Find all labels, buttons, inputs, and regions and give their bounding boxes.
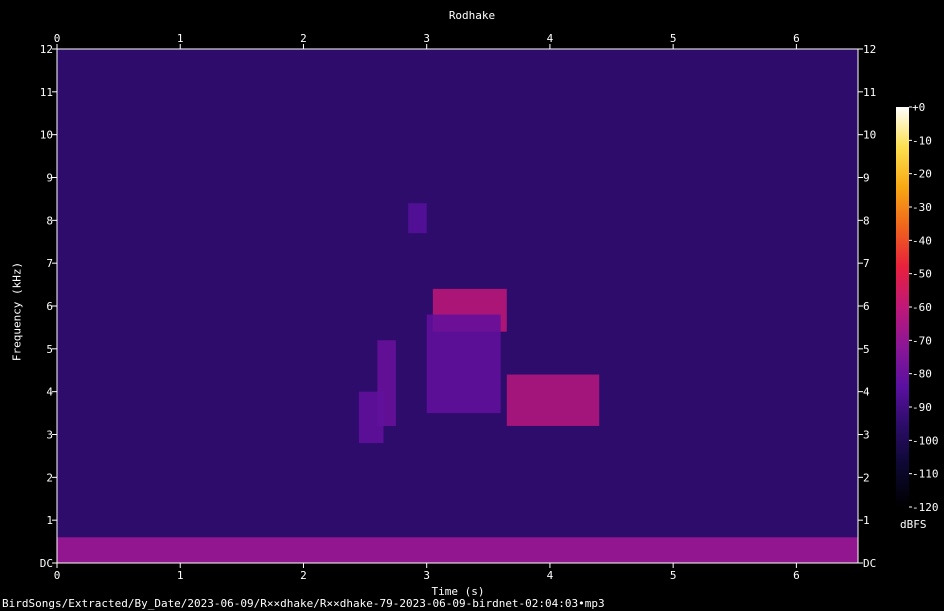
x-tick-label-top: 4: [547, 32, 554, 45]
y-tick-label-right: 3: [863, 429, 870, 442]
y-tick-label: 10: [40, 129, 53, 142]
y-tick-label-right: 11: [863, 86, 876, 99]
y-tick-label: 5: [46, 343, 53, 356]
y-axis-label: Frequency (kHz): [10, 261, 24, 362]
spectrogram-chart: 00112233445566DC DC1 12 23 34 45 56 67 78 89 910 10…: [40, 32, 939, 582]
colorbar-tick-label: +0: [912, 101, 925, 114]
colorbar-tick-label: -10: [912, 134, 932, 147]
x-tick-label-top: 3: [423, 32, 430, 45]
y-tick-label: 9: [46, 172, 53, 185]
x-tick-label-top: 0: [54, 32, 61, 45]
y-tick-label-right: 7: [863, 257, 870, 270]
y-tick-label-right: 12: [863, 43, 876, 56]
y-tick-label: 12: [40, 43, 53, 56]
x-tick-label: 2: [300, 569, 307, 582]
signal-region: [506, 374, 600, 426]
y-tick-label-right: 10: [863, 129, 876, 142]
signal-region: [358, 391, 384, 444]
colorbar-tick-label: -70: [912, 334, 932, 347]
y-tick-label: 8: [46, 214, 53, 227]
x-tick-label: 4: [547, 569, 554, 582]
x-tick-label-top: 6: [793, 32, 800, 45]
y-tick-label: DC: [40, 557, 53, 570]
colorbar-tick-label: -90: [912, 401, 932, 414]
colorbar-tick-label: -40: [912, 234, 932, 247]
y-tick-label-right: 5: [863, 343, 870, 356]
colorbar-tick-label: -120: [912, 501, 939, 514]
y-tick-label-right: 1: [863, 514, 870, 527]
low-frequency-band: [57, 537, 858, 563]
y-tick-label: 1: [46, 514, 53, 527]
y-tick-label-right: 9: [863, 172, 870, 185]
colorbar-tick-label: -20: [912, 168, 932, 181]
y-tick-label-right: DC: [863, 557, 876, 570]
chart-title: Rodhake: [448, 9, 496, 22]
colorbar-tick-label: -60: [912, 301, 932, 314]
y-tick-label-right: 4: [863, 386, 870, 399]
y-tick-label: 6: [46, 300, 53, 313]
y-tick-label: 7: [46, 257, 53, 270]
x-tick-label: 0: [54, 569, 61, 582]
y-tick-label: 11: [40, 86, 53, 99]
y-tick-label-right: 2: [863, 471, 870, 484]
y-tick-label: 2: [46, 471, 53, 484]
x-tick-label-top: 5: [670, 32, 677, 45]
file-path-label: BirdSongs/Extracted/By_Date/2023-06-09/R…: [2, 597, 605, 610]
x-tick-label: 6: [793, 569, 800, 582]
colorbar-unit-label: dBFS: [900, 518, 927, 531]
y-tick-label: 3: [46, 429, 53, 442]
colorbar: [896, 107, 909, 507]
signal-region: [426, 314, 501, 414]
y-tick-label-right: 6: [863, 300, 870, 313]
colorbar-tick-label: -100: [912, 434, 939, 447]
colorbar-tick-label: -80: [912, 368, 932, 381]
x-tick-label-top: 2: [300, 32, 307, 45]
x-tick-label: 3: [423, 569, 430, 582]
colorbar-tick-label: -50: [912, 268, 932, 281]
x-tick-label-top: 1: [177, 32, 184, 45]
colorbar-tick-label: -30: [912, 201, 932, 214]
y-tick-label-right: 8: [863, 214, 870, 227]
x-tick-label: 1: [177, 569, 184, 582]
colorbar-tick-label: -110: [912, 468, 939, 481]
x-tick-label: 5: [670, 569, 677, 582]
signal-region: [408, 203, 427, 234]
y-tick-label: 4: [46, 386, 53, 399]
